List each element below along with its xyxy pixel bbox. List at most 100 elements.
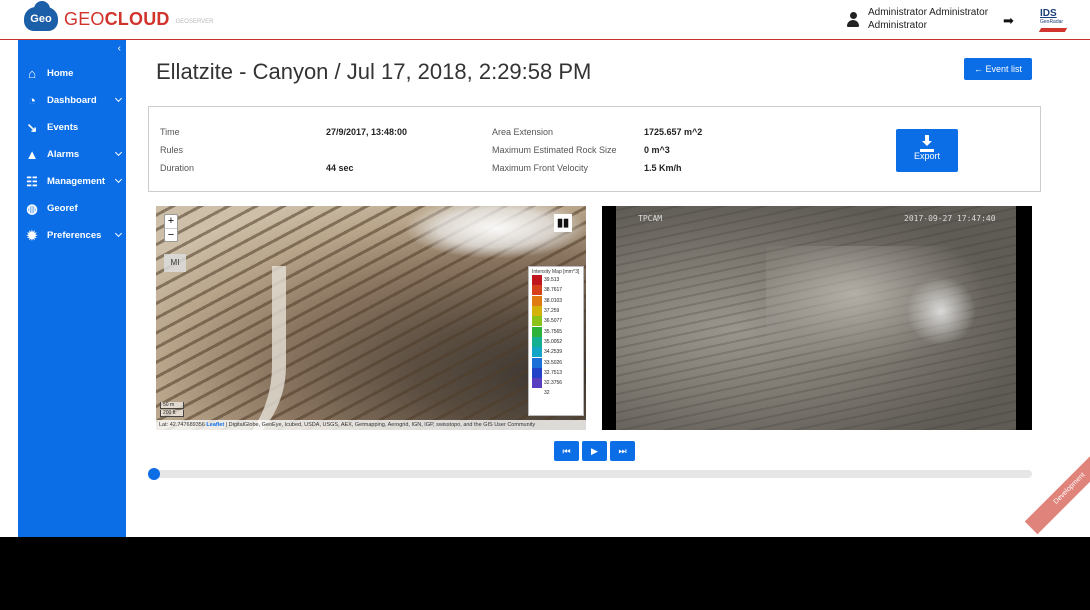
map-scale: 50 m 200 ft (160, 402, 184, 418)
skip-back-button[interactable]: ⏮ (554, 441, 579, 461)
front-velocity-label: Maximum Front Velocity (492, 163, 589, 173)
legend-row: 37.259 (532, 306, 580, 317)
sidebar-item-label: Georef (47, 203, 78, 214)
map-coordinates: Lat: 42.747689356 (159, 422, 205, 428)
rock-size-label: Maximum Estimated Rock Size (492, 145, 617, 155)
legend-swatch (532, 316, 542, 327)
ids-georadar-logo: IDS GeoRadar (1038, 8, 1086, 34)
chevron-down-icon (114, 175, 123, 184)
main-content: Ellatzite - Canyon / Jul 17, 2018, 2:29:… (126, 40, 1090, 537)
mi-button[interactable]: MI (164, 254, 186, 272)
leaflet-link[interactable]: Leaflet (206, 422, 224, 428)
legend-swatch (532, 285, 542, 296)
time-label: Time (160, 127, 180, 137)
logo-text: GEOCLOUD (64, 8, 170, 29)
sidebar-item-preferences[interactable]: ✹ Preferences (18, 222, 126, 249)
legend-swatch (532, 336, 542, 347)
duration-value: 44 sec (326, 163, 354, 173)
legend-title: Intensity Map [mm^3] (532, 269, 580, 275)
user-info[interactable]: Administrator Administrator Administrato… (868, 6, 988, 32)
sign-out-icon[interactable]: ➡ (1003, 13, 1014, 29)
legend-value: 32.7513 (544, 369, 563, 376)
home-icon: ⌂ (28, 66, 36, 81)
top-header: Geo GEOCLOUD GEOSERVER Administrator Adm… (0, 0, 1090, 40)
legend-swatch (532, 326, 542, 337)
download-icon (920, 135, 934, 149)
area-extension-label: Area Extension (492, 127, 554, 137)
zoom-out-button[interactable]: − (165, 228, 177, 241)
legend-value: 35.7565 (544, 328, 563, 335)
sidebar-item-management[interactable]: ☷ Management (18, 168, 126, 195)
time-value: 27/9/2017, 13:48:00 (326, 127, 408, 137)
bottom-black-bar (0, 537, 1090, 610)
user-role: Administrator (868, 20, 927, 31)
chevron-down-icon (114, 148, 123, 157)
legend-swatch (532, 295, 542, 306)
legend-value: 32.3756 (544, 380, 563, 387)
legend-value: 32 (544, 390, 550, 397)
page-title: Ellatzite - Canyon / Jul 17, 2018, 2:29:… (156, 59, 592, 84)
legend-swatch (532, 347, 542, 358)
rock-size-value: 0 m^3 (644, 145, 670, 155)
collapse-sidebar-icon[interactable]: ‹ (118, 43, 121, 54)
sidebar-item-dashboard[interactable]: ◔ Dashboard (18, 87, 126, 114)
legend-value: 37.259 (544, 308, 560, 315)
attribution-text: | DigitalGlobe, GeoEye, Icubed, USDA, US… (225, 422, 536, 428)
area-extension-value: 1725.657 m^2 (644, 127, 703, 137)
sidebar-item-label: Management (47, 176, 106, 187)
legend-row: 38.0103 (532, 295, 580, 306)
legend-value: 35.0052 (544, 338, 563, 345)
camera-frame (616, 206, 1016, 430)
sidebar-item-label: Alarms (47, 149, 80, 160)
management-icon: ☷ (26, 173, 38, 189)
legend-row: 36.5077 (532, 316, 580, 327)
legend-swatch (532, 367, 542, 378)
legend-row: 32.3756 (532, 378, 580, 389)
sidebar-item-events[interactable]: ↘ Events (18, 114, 126, 141)
export-button[interactable]: Export (896, 129, 958, 172)
intensity-map[interactable]: + − MI ▮▮ Intensity Map [mm^3] 39.513 38.… (156, 206, 586, 430)
play-button[interactable]: ▶ (582, 441, 607, 461)
sidebar: ‹ ⌂ Home ◔ Dashboard ↘ Events ▲ Alarms ☷… (18, 40, 126, 537)
camera-label: TPCAM (638, 214, 663, 223)
app-logo[interactable]: Geo GEOCLOUD GEOSERVER (24, 1, 214, 31)
sidebar-item-label: Events (47, 122, 79, 133)
legend-swatch (532, 378, 542, 389)
camera-timestamp: 2017-09-27 17:47:40 (904, 214, 996, 223)
zoom-in-button[interactable]: + (165, 215, 177, 228)
cloud-logo-icon: Geo (24, 1, 58, 31)
chevron-down-icon (114, 229, 123, 238)
legend-row: 33.5026 (532, 357, 580, 368)
camera-video[interactable]: TPCAM 2017-09-27 17:47:40 (602, 206, 1032, 430)
legend-value: 38.7617 (544, 287, 563, 294)
left-margin (0, 40, 18, 537)
skip-forward-button[interactable]: ⏭ (610, 441, 635, 461)
sidebar-item-alarms[interactable]: ▲ Alarms (18, 141, 126, 168)
timeline-slider[interactable] (152, 470, 1032, 478)
legend-value: 38.0103 (544, 297, 563, 304)
layers-icon[interactable]: ▮▮ (554, 214, 572, 232)
sidebar-item-label: Dashboard (47, 95, 97, 106)
event-list-button[interactable]: ← Event list (964, 58, 1032, 80)
front-velocity-value: 1.5 Km/h (644, 163, 682, 173)
legend-swatch (532, 357, 542, 368)
timeline-slider-thumb[interactable] (148, 468, 160, 480)
legend-value: 39.513 (544, 277, 560, 284)
legend-value: 33.5026 (544, 359, 563, 366)
sidebar-nav: ⌂ Home ◔ Dashboard ↘ Events ▲ Alarms ☷ M… (18, 60, 126, 249)
sidebar-item-home[interactable]: ⌂ Home (18, 60, 126, 87)
playback-controls: ⏮ ▶ ⏭ (554, 441, 635, 461)
sidebar-item-label: Home (47, 68, 74, 79)
duration-label: Duration (160, 163, 195, 173)
legend-row: 38.7617 (532, 285, 580, 296)
legend-row: 35.7565 (532, 326, 580, 337)
legend-swatch (532, 306, 542, 317)
sidebar-item-georef[interactable]: ◍ Georef (18, 195, 126, 222)
sidebar-item-label: Preferences (47, 230, 102, 241)
rules-label: Rules (160, 145, 184, 155)
gear-icon: ✹ (26, 227, 38, 243)
user-icon[interactable] (847, 12, 859, 28)
legend-row: 32 (532, 388, 580, 399)
intensity-legend: Intensity Map [mm^3] 39.513 38.7617 38.010… (528, 266, 584, 416)
scale-imperial: 200 ft (160, 410, 184, 417)
